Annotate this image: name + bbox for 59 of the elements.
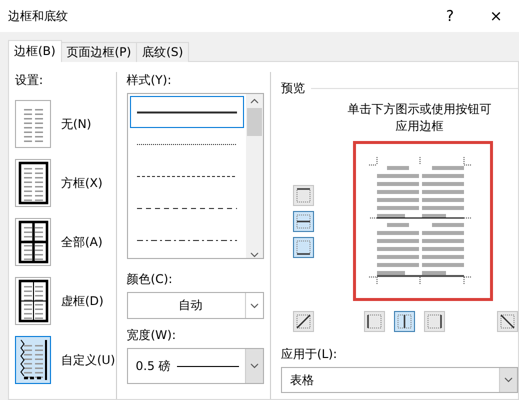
setting-option-button[interactable] [15, 218, 51, 266]
border-toggle-button[interactable] [364, 311, 385, 332]
border-toggle-button[interactable] [293, 184, 314, 206]
chevron-down-icon [250, 363, 259, 369]
table-border-icon [18, 219, 48, 265]
border-toggle-button[interactable] [394, 311, 415, 332]
border-icon [396, 313, 413, 330]
scrollbar[interactable] [246, 94, 263, 258]
window-title: 边框和底纹 [8, 8, 69, 24]
tab[interactable]: 底纹(S) [136, 42, 190, 62]
border-icon [295, 313, 312, 330]
border-icon [295, 238, 312, 256]
border-toggle-button[interactable] [293, 311, 314, 332]
apply-to-label: 应用于(L): [281, 346, 338, 363]
chevron-down-icon [250, 252, 259, 258]
color-dropdown[interactable]: 自动 [126, 292, 264, 319]
border-icon [426, 313, 443, 330]
chevron-down-icon [504, 377, 513, 383]
line-style-icon [136, 238, 237, 242]
width-label: 宽度(W): [126, 327, 177, 344]
border-toggle-button[interactable] [424, 311, 445, 332]
style-label: 样式(Y): [126, 72, 172, 89]
settings-label: 设置: [15, 72, 44, 89]
line-style-icon [136, 174, 237, 178]
scrollbar-thumb[interactable] [247, 108, 262, 136]
table-border-icon [18, 337, 48, 383]
chevron-down-icon [250, 302, 259, 308]
preview-area[interactable] [353, 141, 493, 301]
tab[interactable]: 边框(B) [8, 40, 62, 62]
setting-option-button[interactable] [15, 159, 51, 207]
setting-option-button[interactable] [15, 336, 51, 384]
table-border-icon [18, 160, 48, 206]
line-style-icon [136, 142, 237, 146]
line-style-icon [136, 206, 237, 210]
setting-option-label[interactable]: 无(N) [61, 116, 92, 132]
border-toggle-button[interactable] [497, 311, 518, 332]
setting-option-button[interactable] [15, 277, 51, 325]
preview-hint: 单击下方图示或使用按钮可应用边框 [346, 101, 492, 135]
line-style-item[interactable] [130, 96, 244, 128]
width-dropdown[interactable]: 0.5 磅 [126, 348, 264, 384]
preview-label: 预览 [281, 80, 305, 97]
setting-option-label[interactable]: 方框(X) [61, 174, 103, 192]
line-sample-icon [177, 364, 239, 368]
tab[interactable]: 页面边框(P) [60, 42, 138, 62]
border-toggle-button[interactable] [293, 236, 314, 258]
border-icon [295, 212, 312, 230]
setting-option-label[interactable]: 全部(A) [61, 234, 103, 250]
table-border-icon [18, 278, 48, 324]
apply-to-dropdown[interactable]: 表格 [281, 367, 518, 393]
setting-option-label[interactable]: 虚框(D) [61, 292, 104, 310]
setting-option-label[interactable]: 自定义(U) [61, 352, 116, 368]
help-button[interactable]: ? [427, 0, 473, 32]
color-label: 颜色(C): [126, 271, 174, 288]
border-icon [499, 313, 516, 330]
border-icon [366, 313, 383, 330]
border-toggle-button[interactable] [293, 210, 314, 232]
close-button[interactable]: × [473, 0, 519, 32]
line-style-icon [136, 110, 237, 114]
border-icon [295, 186, 312, 204]
